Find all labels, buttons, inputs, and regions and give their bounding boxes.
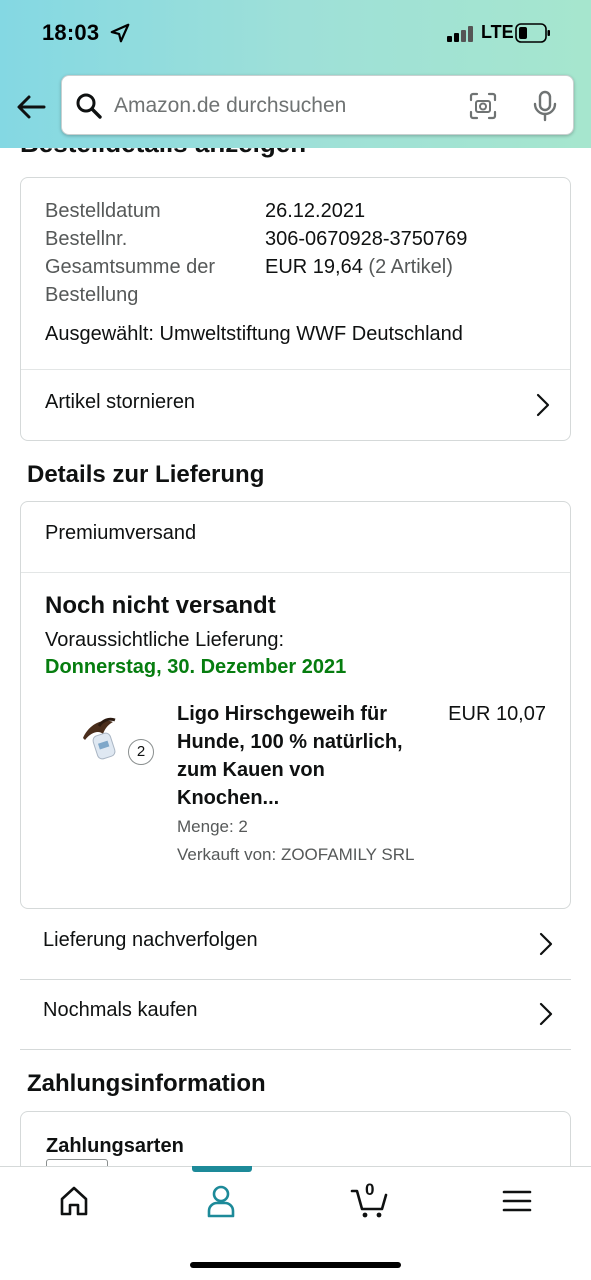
eta-label: Voraussichtliche Lieferung: <box>45 629 285 651</box>
payment-section-title: Zahlungsinformation <box>27 1070 266 1097</box>
selected-charity: Ausgewählt: Umweltstiftung WWF Deutschla… <box>45 323 463 345</box>
product-title-line: Knochen... <box>177 787 280 809</box>
cellular-signal-icon <box>447 26 475 42</box>
cancel-items-label: Artikel stornieren <box>45 391 196 413</box>
search-icon <box>76 93 102 119</box>
product-title-link[interactable]: Ligo Hirschgeweih für Hunde, 100 % natür… <box>177 700 447 812</box>
divider <box>20 1049 571 1050</box>
chevron-right-icon <box>536 393 550 417</box>
camera-scan-icon[interactable] <box>469 92 497 120</box>
order-date-label: Bestelldatum <box>45 200 161 222</box>
back-arrow-icon[interactable] <box>14 90 48 124</box>
quantity-badge: 2 <box>128 739 154 765</box>
product-title-line: Hunde, 100 % natürlich, <box>177 731 403 753</box>
battery-icon <box>515 23 550 43</box>
order-item-count: (2 Artikel) <box>368 256 453 278</box>
home-indicator <box>190 1262 401 1268</box>
buy-again-link[interactable]: Nochmals kaufen <box>20 979 571 1049</box>
order-total-label-line2: Bestellung <box>45 284 139 306</box>
product-quantity: Menge: 2 <box>177 817 248 836</box>
account-icon[interactable] <box>201 1183 241 1219</box>
divider <box>21 572 570 573</box>
search-bar[interactable] <box>61 75 574 135</box>
product-title-line: Ligo Hirschgeweih für <box>177 703 388 725</box>
product-seller: Verkauft von: ZOOFAMILY SRL <box>177 845 415 864</box>
bottom-nav: 0 <box>0 1166 591 1280</box>
order-total-amount: EUR 19,64 <box>265 256 363 278</box>
order-date-value: 26.12.2021 <box>265 200 366 222</box>
search-input[interactable] <box>114 88 454 124</box>
eta-date: Donnerstag, 30. Dezember 2021 <box>45 656 347 678</box>
order-total-value: EUR 19,64 (2 Artikel) <box>265 253 453 281</box>
delivery-section-title: Details zur Lieferung <box>27 461 265 488</box>
product-title-line: zum Kauen von <box>177 759 325 781</box>
buy-again-label: Nochmals kaufen <box>43 999 198 1021</box>
active-tab-indicator <box>192 1166 252 1172</box>
chevron-right-icon <box>539 932 553 956</box>
shipment-status: Noch nicht versandt <box>45 592 276 619</box>
app-header: 18:03 LTE <box>0 0 591 148</box>
home-icon[interactable] <box>54 1183 94 1219</box>
order-total-label-line1: Gesamtsumme der <box>45 256 216 278</box>
order-number-label: Bestellnr. <box>45 228 128 250</box>
track-delivery-link[interactable]: Lieferung nachverfolgen <box>20 909 571 979</box>
location-arrow-icon <box>110 23 130 43</box>
order-summary-card: Bestelldatum 26.12.2021 Bestellnr. 306-0… <box>20 177 571 441</box>
network-type: LTE <box>481 22 514 42</box>
shipping-method: Premiumversand <box>45 522 197 544</box>
status-time: 18:03 <box>42 20 100 45</box>
order-number-value: 306-0670928-3750769 <box>265 228 468 250</box>
chevron-right-icon <box>539 1002 553 1026</box>
cart-count: 0 <box>365 1180 375 1199</box>
product-price: EUR 10,07 <box>448 703 546 725</box>
track-delivery-label: Lieferung nachverfolgen <box>43 929 258 951</box>
menu-icon[interactable] <box>497 1183 537 1219</box>
cancel-items-link[interactable]: Artikel stornieren <box>21 370 570 440</box>
cart-button[interactable]: 0 <box>350 1180 390 1219</box>
payment-methods-title: Zahlungsarten <box>46 1135 184 1157</box>
delivery-card: Premiumversand Noch nicht versandt Vorau… <box>20 501 571 909</box>
microphone-icon[interactable] <box>532 90 558 122</box>
